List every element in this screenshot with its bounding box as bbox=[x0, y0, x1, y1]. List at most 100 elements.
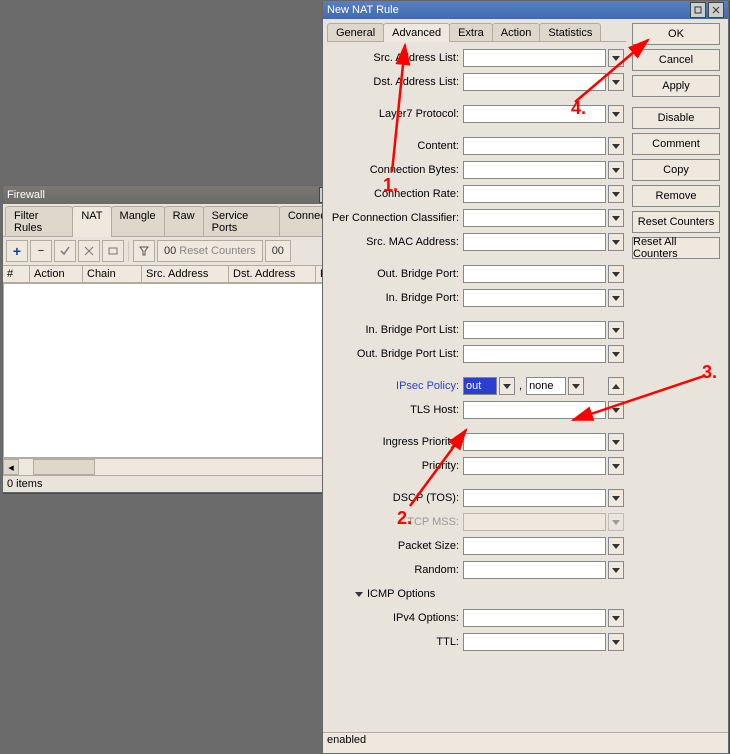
tls-host-input[interactable] bbox=[463, 401, 606, 419]
scroll-left-icon[interactable]: ◂ bbox=[3, 459, 19, 475]
nat-tab-general[interactable]: General bbox=[327, 23, 384, 41]
nat-tab-extra[interactable]: Extra bbox=[449, 23, 493, 41]
nat-footer: enabled bbox=[323, 732, 728, 753]
lbl-packet-size: Packet Size: bbox=[329, 540, 463, 552]
tab-filter-rules[interactable]: Filter Rules bbox=[5, 206, 73, 236]
layer7-input[interactable] bbox=[463, 105, 606, 123]
comment-icon[interactable] bbox=[102, 240, 124, 262]
out-bridge-list-input[interactable] bbox=[463, 345, 606, 363]
nat-tab-action[interactable]: Action bbox=[492, 23, 541, 41]
random-input[interactable] bbox=[463, 561, 606, 579]
random-dropdown-icon[interactable] bbox=[608, 561, 624, 579]
add-icon[interactable]: + bbox=[6, 240, 28, 262]
comment-button[interactable]: Comment bbox=[632, 133, 720, 155]
lbl-ipv4-options: IPv4 Options: bbox=[329, 612, 463, 624]
firewall-columns: # Action Chain Src. Address Dst. Address… bbox=[3, 266, 357, 283]
src-addr-list-input[interactable] bbox=[463, 49, 606, 67]
nat-min-icon[interactable] bbox=[690, 2, 706, 18]
reset-all-counters-button[interactable]: 00 bbox=[265, 240, 291, 262]
ipsec-dir-dropdown-icon[interactable] bbox=[499, 377, 515, 395]
packet-size-dropdown-icon[interactable] bbox=[608, 537, 624, 555]
disable-icon[interactable] bbox=[78, 240, 100, 262]
lbl-out-bridge: Out. Bridge Port: bbox=[329, 268, 463, 280]
out-bridge-list-dropdown-icon[interactable] bbox=[608, 345, 624, 363]
nat-form: Src. Address List: Dst. Address List: La… bbox=[327, 42, 626, 654]
firewall-status: 0 items bbox=[3, 475, 357, 492]
nat-rule-window: New NAT Rule General Advanced Extra Acti… bbox=[322, 0, 729, 754]
cancel-button[interactable]: Cancel bbox=[632, 49, 720, 71]
enable-icon[interactable] bbox=[54, 240, 76, 262]
ingress-prio-input[interactable] bbox=[463, 433, 606, 451]
tls-host-dropdown-icon[interactable] bbox=[608, 401, 624, 419]
packet-size-input[interactable] bbox=[463, 537, 606, 555]
nat-tab-statistics[interactable]: Statistics bbox=[539, 23, 601, 41]
conn-rate-input[interactable] bbox=[463, 185, 606, 203]
reset-counters-button[interactable]: 00Reset Counters bbox=[157, 240, 263, 262]
scroll-thumb[interactable] bbox=[33, 459, 95, 475]
reset-all-counters-button[interactable]: Reset All Counters bbox=[632, 237, 720, 259]
firewall-window: Firewall Filter Rules NAT Mangle Raw Ser… bbox=[2, 185, 358, 493]
tab-nat[interactable]: NAT bbox=[72, 206, 111, 237]
out-bridge-dropdown-icon[interactable] bbox=[608, 265, 624, 283]
layer7-dropdown-icon[interactable] bbox=[608, 105, 624, 123]
ok-button[interactable]: OK bbox=[632, 23, 720, 45]
dst-addr-list-dropdown-icon[interactable] bbox=[608, 73, 624, 91]
lbl-priority: Priority: bbox=[329, 460, 463, 472]
priority-dropdown-icon[interactable] bbox=[608, 457, 624, 475]
col-chain[interactable]: Chain bbox=[83, 266, 142, 282]
ipsec-policy-dropdown-icon[interactable] bbox=[568, 377, 584, 395]
ipsec-policy-select[interactable]: none bbox=[526, 377, 566, 395]
firewall-list[interactable] bbox=[3, 283, 357, 458]
ttl-dropdown-icon[interactable] bbox=[608, 633, 624, 651]
icmp-disclosure-icon[interactable] bbox=[355, 592, 363, 597]
src-mac-dropdown-icon[interactable] bbox=[608, 233, 624, 251]
out-bridge-input[interactable] bbox=[463, 265, 606, 283]
content-dropdown-icon[interactable] bbox=[608, 137, 624, 155]
tab-mangle[interactable]: Mangle bbox=[111, 206, 165, 236]
ingress-prio-dropdown-icon[interactable] bbox=[608, 433, 624, 451]
tab-service-ports[interactable]: Service Ports bbox=[203, 206, 280, 236]
in-bridge-input[interactable] bbox=[463, 289, 606, 307]
lbl-out-bridge-list: Out. Bridge Port List: bbox=[329, 348, 463, 360]
lbl-tls-host: TLS Host: bbox=[329, 404, 463, 416]
in-bridge-list-dropdown-icon[interactable] bbox=[608, 321, 624, 339]
lbl-icmp-options: ICMP Options bbox=[367, 588, 435, 600]
h-scrollbar[interactable]: ◂ ▸ bbox=[3, 458, 357, 475]
nat-rule-titlebar[interactable]: New NAT Rule bbox=[323, 1, 728, 19]
ipsec-collapse-icon[interactable] bbox=[608, 377, 624, 395]
apply-button[interactable]: Apply bbox=[632, 75, 720, 97]
col-num[interactable]: # bbox=[3, 266, 30, 282]
dscp-dropdown-icon[interactable] bbox=[608, 489, 624, 507]
nat-close-icon[interactable] bbox=[708, 2, 724, 18]
tab-raw[interactable]: Raw bbox=[164, 206, 204, 236]
lbl-dst-addr-list: Dst. Address List: bbox=[329, 76, 463, 88]
copy-button[interactable]: Copy bbox=[632, 159, 720, 181]
filter-icon[interactable] bbox=[133, 240, 155, 262]
ipv4-options-input[interactable] bbox=[463, 609, 606, 627]
priority-input[interactable] bbox=[463, 457, 606, 475]
src-mac-input[interactable] bbox=[463, 233, 606, 251]
col-action[interactable]: Action bbox=[30, 266, 83, 282]
src-addr-list-dropdown-icon[interactable] bbox=[608, 49, 624, 67]
remove-icon[interactable]: − bbox=[30, 240, 52, 262]
in-bridge-list-input[interactable] bbox=[463, 321, 606, 339]
reset-counters-button[interactable]: Reset Counters bbox=[632, 211, 720, 233]
remove-button[interactable]: Remove bbox=[632, 185, 720, 207]
disable-button[interactable]: Disable bbox=[632, 107, 720, 129]
ipv4-options-dropdown-icon[interactable] bbox=[608, 609, 624, 627]
col-dst[interactable]: Dst. Address bbox=[229, 266, 316, 282]
pcc-input[interactable] bbox=[463, 209, 606, 227]
content-input[interactable] bbox=[463, 137, 606, 155]
in-bridge-dropdown-icon[interactable] bbox=[608, 289, 624, 307]
conn-bytes-dropdown-icon[interactable] bbox=[608, 161, 624, 179]
pcc-dropdown-icon[interactable] bbox=[608, 209, 624, 227]
nat-tab-advanced[interactable]: Advanced bbox=[383, 23, 450, 42]
col-src[interactable]: Src. Address bbox=[142, 266, 229, 282]
ttl-input[interactable] bbox=[463, 633, 606, 651]
dst-addr-list-input[interactable] bbox=[463, 73, 606, 91]
dscp-input[interactable] bbox=[463, 489, 606, 507]
conn-bytes-input[interactable] bbox=[463, 161, 606, 179]
conn-rate-dropdown-icon[interactable] bbox=[608, 185, 624, 203]
ipsec-dir-select[interactable]: out bbox=[463, 377, 497, 395]
firewall-titlebar[interactable]: Firewall bbox=[3, 186, 357, 204]
